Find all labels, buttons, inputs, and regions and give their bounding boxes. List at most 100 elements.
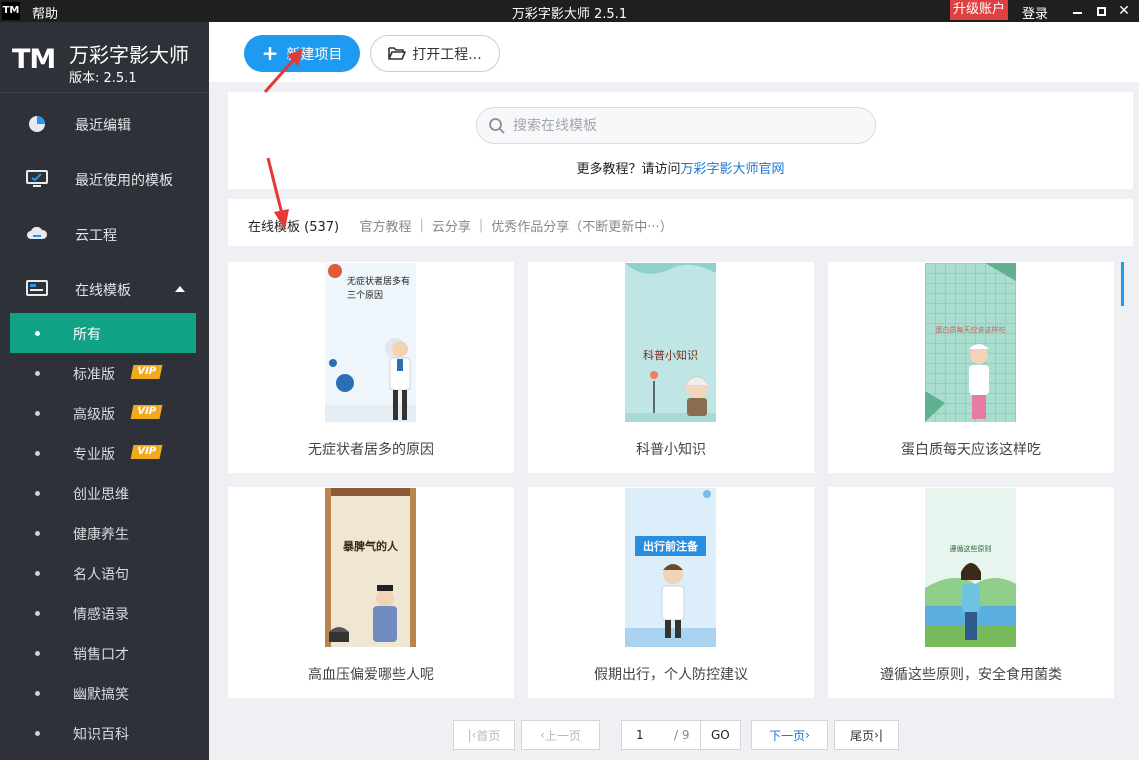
tab-spacer: | <box>347 218 351 233</box>
collapse-caret-icon[interactable] <box>175 286 185 292</box>
more-tutorials: 更多教程？请访问万彩字影大师官网 <box>228 158 1133 177</box>
thumbnail-title: 蛋白质每天应该这样吃 <box>935 326 1006 334</box>
template-card[interactable]: 蛋白质每天应该这样吃 蛋白质每天应该这样吃 <box>828 262 1114 473</box>
first-page-label: 首页 <box>476 728 501 743</box>
scroll-illustration <box>325 488 416 647</box>
bullet-icon <box>35 491 40 496</box>
sidebar-sub-advanced[interactable]: 高级版 VIP <box>10 393 196 433</box>
tab-online-templates[interactable]: 在线模板 (537) <box>248 216 339 235</box>
sidebar-sub-professional[interactable]: 专业版 VIP <box>10 433 196 473</box>
template-thumbnail[interactable]: 暴脾气的人 <box>325 488 416 647</box>
tab-official-tutorials[interactable]: 官方教程 <box>359 216 411 235</box>
thumbnail-title: 遵循这些原则 <box>949 545 992 553</box>
template-caption: 蛋白质每天应该这样吃 <box>901 442 1041 458</box>
template-thumbnail[interactable]: 蛋白质每天应该这样吃 <box>925 263 1016 422</box>
close-button[interactable]: ✕ <box>1113 0 1135 22</box>
sidebar-sub-encyclopedia[interactable]: 知识百科 <box>10 713 196 753</box>
sidebar-sub-label: 创业思维 <box>73 487 129 503</box>
sidebar-item-recent-templates[interactable]: 最近使用的模板 <box>0 152 209 207</box>
open-project-button[interactable]: 打开工程... <box>370 35 500 72</box>
tab-separator: | <box>419 218 424 233</box>
close-icon: ✕ <box>1118 3 1130 19</box>
template-thumbnail[interactable]: 遵循这些原则 <box>925 488 1016 647</box>
new-project-button[interactable]: + 新建项目 <box>244 35 360 72</box>
help-menu[interactable]: 帮助 <box>32 3 58 22</box>
next-page-button[interactable]: 下一页 › <box>751 720 828 750</box>
official-site-link[interactable]: 万彩字影大师官网 <box>681 162 785 177</box>
template-card[interactable]: 遵循这些原则 遵循这些原则，安全食用菌类 <box>828 487 1114 698</box>
vip-badge: VIP <box>130 365 163 379</box>
main-area: + 新建项目 打开工程... 更多教程？请访问万彩字影大师官网 在线模板 (53… <box>209 22 1139 760</box>
thumbnail-title: 暴脾气的人 <box>343 540 398 553</box>
new-project-label: 新建项目 <box>286 46 343 63</box>
sidebar-sub-label: 专业版 <box>73 447 115 463</box>
search-box[interactable] <box>476 107 876 144</box>
minimize-button[interactable] <box>1066 0 1088 22</box>
plus-icon: + <box>261 40 279 65</box>
doctor-illustration <box>625 490 716 647</box>
go-button[interactable]: GO <box>711 728 730 742</box>
page-jump: 1 / 9 GO <box>621 720 741 750</box>
template-card[interactable]: 无症状者居多有三个原因 无症状者居多的原因 <box>228 262 514 473</box>
page-jump-divider <box>700 721 701 749</box>
template-thumbnail[interactable]: 出行前注备 <box>625 488 716 647</box>
sidebar-sub-emotion[interactable]: 情感语录 <box>10 593 196 633</box>
sidebar-item-label: 最近使用的模板 <box>75 173 173 189</box>
sidebar-sub-quotes[interactable]: 名人语句 <box>10 553 196 593</box>
thumbnail-title: 出行前注备 <box>635 536 706 556</box>
tab-separator: | <box>478 218 484 233</box>
upgrade-account-button[interactable]: 升级账户 <box>950 0 1008 20</box>
sidebar-sub-humor[interactable]: 幽默搞笑 <box>10 673 196 713</box>
maximize-button[interactable] <box>1090 0 1112 22</box>
vip-badge: VIP <box>130 405 163 419</box>
scientist-illustration <box>625 263 716 422</box>
template-card[interactable]: 暴脾气的人 高血压偏爱哪些人呢 <box>228 487 514 698</box>
category-tabs: 在线模板 (537) | 官方教程 | 云分享 | 优秀作品分享（不断更新中··… <box>228 199 1133 246</box>
page-number-input[interactable]: 1 <box>636 728 644 742</box>
sidebar-sub-all[interactable]: 所有 <box>10 313 196 353</box>
template-card[interactable]: 出行前注备 假期出行，个人防控建议 <box>528 487 814 698</box>
first-page-button[interactable]: |‹ 首页 <box>453 720 515 750</box>
template-caption: 科普小知识 <box>636 442 706 458</box>
template-thumbnail[interactable]: 无症状者居多有三个原因 <box>325 263 416 422</box>
sidebar: TM 万彩字影大师 版本: 2.5.1 最近编辑 最近使用的模板 云工程 在线模… <box>0 22 209 760</box>
pie-chart-icon <box>29 116 45 132</box>
tab-excellent-works[interactable]: 优秀作品分享（不断更新中···） <box>491 216 672 235</box>
last-page-label: 尾页 <box>850 728 875 743</box>
template-caption: 遵循这些原则，安全食用菌类 <box>880 667 1062 683</box>
sidebar-item-recent-edit[interactable]: 最近编辑 <box>0 97 209 152</box>
sidebar-sub-standard[interactable]: 标准版 VIP <box>10 353 196 393</box>
scrollbar-thumb[interactable] <box>1121 262 1124 306</box>
last-page-button[interactable]: 尾页 ›| <box>834 720 899 750</box>
sidebar-item-cloud-project[interactable]: 云工程 <box>0 207 209 262</box>
first-page-icon: |‹ <box>467 728 477 742</box>
sidebar-sub-label: 销售口才 <box>73 647 129 663</box>
next-page-label: 下一页 <box>769 728 806 743</box>
sidebar-sub-sales[interactable]: 销售口才 <box>10 633 196 673</box>
bullet-icon <box>35 571 40 576</box>
sidebar-sub-label: 情感语录 <box>73 607 129 623</box>
vip-badge: VIP <box>130 445 163 459</box>
prev-page-label: 上一页 <box>544 728 581 743</box>
sidebar-sub-health[interactable]: 健康养生 <box>10 513 196 553</box>
thumbnail-title: 无症状者居多有三个原因 <box>347 277 411 301</box>
pagination: |‹ 首页 ‹ 上一页 1 / 9 GO 下一页 › 尾页 ›| <box>209 720 1139 760</box>
next-page-icon: › <box>805 728 810 742</box>
tab-cloud-share[interactable]: 云分享 <box>432 216 471 235</box>
sidebar-sub-label: 幽默搞笑 <box>73 687 129 703</box>
prev-page-button[interactable]: ‹ 上一页 <box>521 720 600 750</box>
search-input[interactable] <box>513 116 853 136</box>
title-bar: TM 帮助 万彩字影大师 2.5.1 升级账户 登录 ✕ <box>0 0 1139 22</box>
nurse-illustration <box>925 263 1016 422</box>
template-thumbnail[interactable]: 科普小知识 <box>625 263 716 422</box>
sidebar-sub-startup[interactable]: 创业思维 <box>10 473 196 513</box>
template-card[interactable]: 科普小知识 科普小知识 <box>528 262 814 473</box>
sidebar-item-online-templates[interactable]: 在线模板 <box>0 262 209 317</box>
sidebar-item-label: 在线模板 <box>75 283 131 299</box>
bullet-icon <box>35 371 40 376</box>
app-name: 万彩字影大师 <box>69 43 189 67</box>
login-button[interactable]: 登录 <box>1022 3 1048 22</box>
sidebar-sub-label: 健康养生 <box>73 527 129 543</box>
minimize-icon <box>1072 12 1082 14</box>
search-panel: 更多教程？请访问万彩字影大师官网 <box>228 92 1133 189</box>
